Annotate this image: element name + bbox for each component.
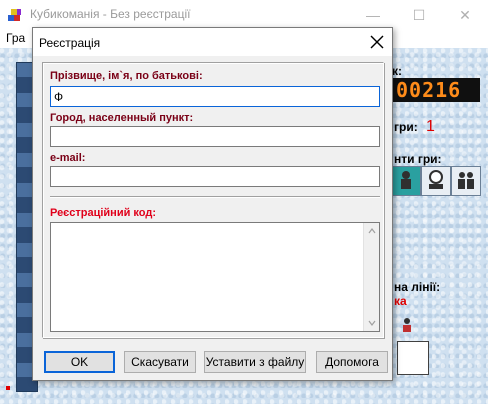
figure-icon <box>458 172 474 189</box>
ok-button[interactable]: OK <box>44 351 115 373</box>
score-display: 00216 <box>392 78 480 102</box>
variant-option-3[interactable] <box>451 166 481 196</box>
city-label: Город, населенный пункт: <box>50 112 194 124</box>
email-label: e-mail: <box>50 152 86 164</box>
app-icon <box>8 9 21 21</box>
scroll-up-icon[interactable] <box>368 227 376 235</box>
figure-icon <box>403 318 411 332</box>
status-indicator <box>6 386 10 390</box>
next-piece-preview <box>397 341 429 375</box>
close-icon[interactable] <box>368 33 386 51</box>
level-label: гри: <box>394 120 418 134</box>
window-title: Кубикоманія - Без реєстрації <box>30 7 191 21</box>
registration-dialog: Реєстрація Прізвище, ім`я, по батькові: … <box>32 27 393 381</box>
score-label: к: <box>392 64 403 78</box>
level-value: 1 <box>426 118 435 135</box>
line-value: ка <box>394 294 407 308</box>
paste-from-file-button[interactable]: Уставити з файлу <box>204 351 306 373</box>
separator <box>50 196 380 198</box>
code-label: Реєстраційний код: <box>50 207 156 219</box>
scroll-down-icon[interactable] <box>368 319 376 327</box>
name-field[interactable] <box>50 86 380 107</box>
dialog-title: Реєстрація <box>39 36 101 50</box>
variants-label: нти гри: <box>394 152 442 166</box>
maximize-button[interactable]: ☐ <box>396 0 442 30</box>
registration-code-field[interactable] <box>50 222 380 332</box>
minimize-button[interactable]: — <box>350 0 396 30</box>
menu-game[interactable]: Гра <box>6 31 25 45</box>
variant-option-1[interactable] <box>391 166 421 196</box>
name-label: Прізвище, ім`я, по батькові: <box>50 70 203 82</box>
dialog-titlebar: Реєстрація <box>33 28 392 56</box>
variant-option-2[interactable] <box>421 166 451 196</box>
cancel-button[interactable]: Скасувати <box>124 351 196 373</box>
help-button[interactable]: Допомога <box>316 351 388 373</box>
line-label: на лінії: <box>394 280 441 294</box>
figure-icon <box>429 170 443 189</box>
city-field[interactable] <box>50 126 380 147</box>
figure-icon <box>401 171 411 189</box>
email-field[interactable] <box>50 166 380 187</box>
close-window-button[interactable]: ✕ <box>442 0 488 30</box>
vertical-scrollbar[interactable] <box>363 223 379 331</box>
main-titlebar: Кубикоманія - Без реєстрації — ☐ ✕ <box>0 0 488 30</box>
